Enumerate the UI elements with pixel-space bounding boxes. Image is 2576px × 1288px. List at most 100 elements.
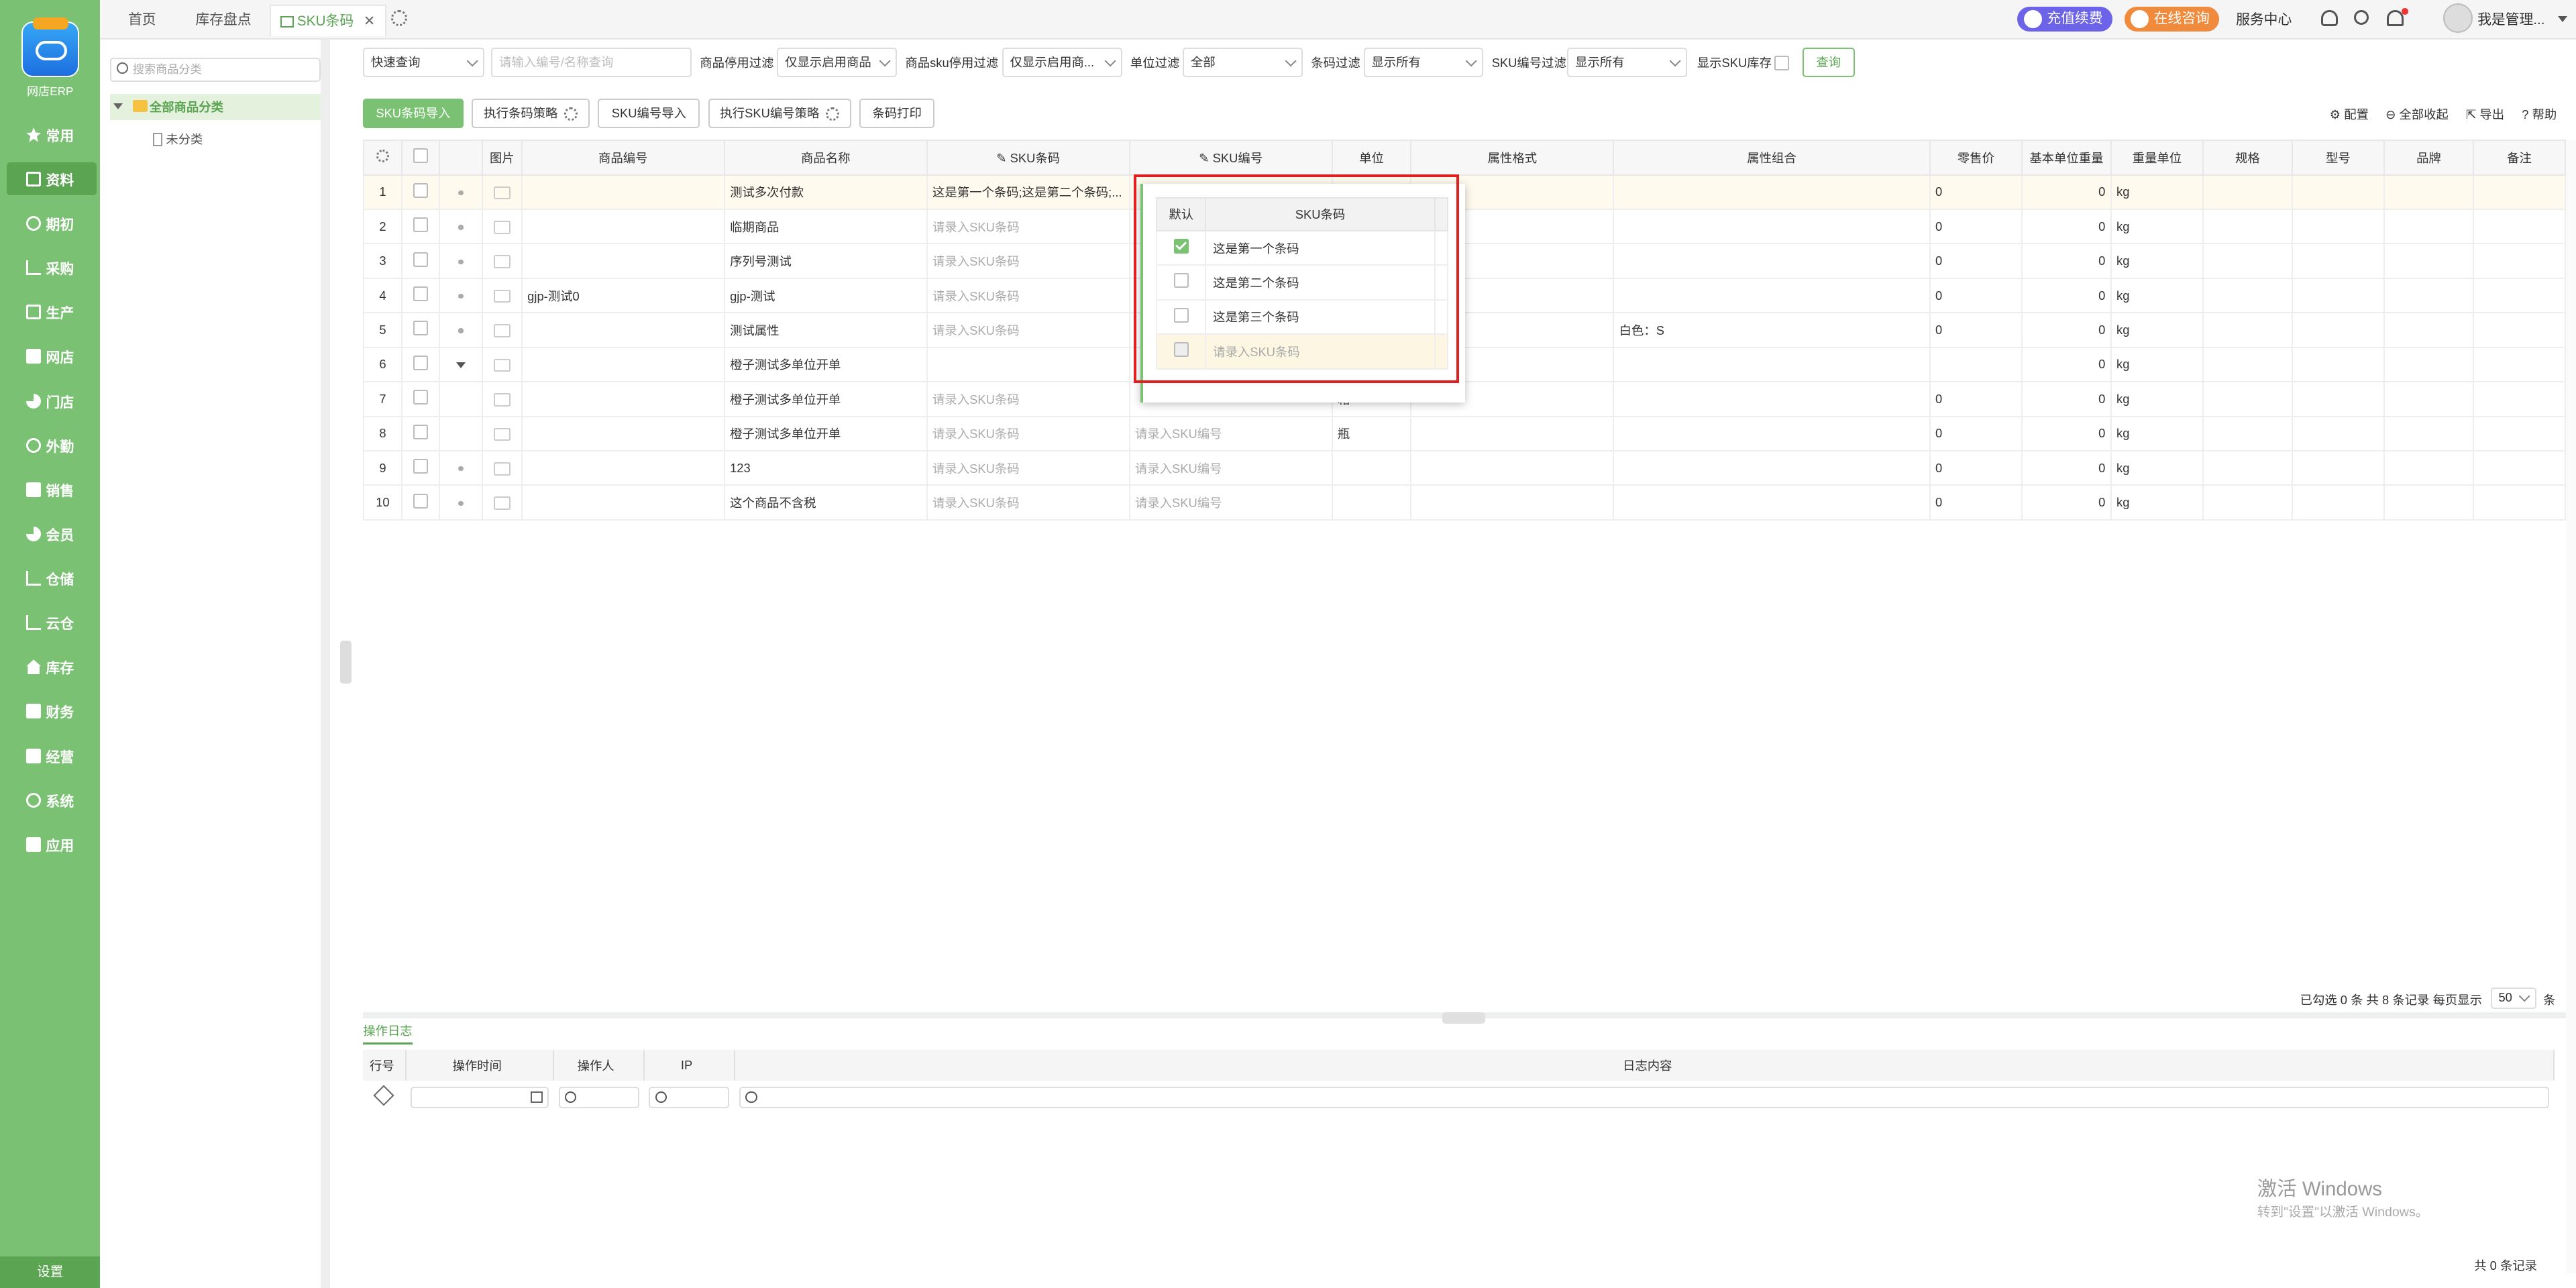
row-brand[interactable] <box>2383 209 2474 245</box>
sidebar-item-7[interactable]: 外勤 <box>0 429 100 462</box>
table-scrollbar[interactable] <box>2566 140 2576 1273</box>
col-skuno[interactable]: ✎ SKU编号 <box>1128 140 1333 176</box>
row-weight-unit[interactable]: kg <box>2110 484 2204 521</box>
row-image[interactable] <box>481 209 523 245</box>
row-remark[interactable] <box>2472 346 2567 383</box>
sidebar-item-8[interactable]: 销售 <box>0 473 100 506</box>
row-select-cell[interactable] <box>400 484 441 521</box>
sidebar-item-6[interactable]: 门店 <box>0 384 100 417</box>
table-row[interactable]: 8 橙子测试多单位开单 请录入SKU条码 请录入SKU编号瓶 0 0 kg <box>363 415 2567 451</box>
row-brand[interactable] <box>2383 415 2474 451</box>
row-code[interactable] <box>521 484 725 521</box>
row-weight[interactable]: 0 <box>2021 209 2112 245</box>
row-model[interactable] <box>2291 449 2385 486</box>
row-remark[interactable] <box>2472 415 2567 451</box>
tab-sku-barcode[interactable]: SKU条码 ✕ <box>269 5 386 36</box>
sku-stop-filter-select[interactable]: 仅显示启用商... <box>1002 48 1122 78</box>
image-placeholder-icon[interactable] <box>494 427 511 441</box>
col-model[interactable]: 型号 <box>2291 140 2385 176</box>
sidebar-item-9[interactable]: 会员 <box>0 517 100 550</box>
quick-query-select[interactable]: 快速查询 <box>363 48 485 78</box>
row-remark[interactable] <box>2472 243 2567 279</box>
print-barcode-button[interactable]: 条码打印 <box>859 98 935 129</box>
config-link[interactable]: ⚙ 配置 <box>2330 105 2369 123</box>
row-spec[interactable] <box>2202 277 2293 314</box>
row-weight-unit[interactable]: kg <box>2110 243 2204 279</box>
row-remark[interactable] <box>2472 174 2567 210</box>
help-link[interactable]: ? 帮助 <box>2522 105 2557 123</box>
row-spec[interactable] <box>2202 415 2293 451</box>
row-weight-unit[interactable]: kg <box>2110 346 2204 383</box>
row-weight[interactable]: 0 <box>2021 449 2112 486</box>
row-price[interactable] <box>1929 346 2023 383</box>
row-code[interactable] <box>521 415 725 451</box>
close-icon[interactable]: ✕ <box>364 13 375 29</box>
select-all-checkbox[interactable] <box>413 148 428 164</box>
gear-icon[interactable] <box>376 149 390 163</box>
row-price[interactable]: 0 <box>1929 484 2023 521</box>
row-weight-unit[interactable]: kg <box>2110 415 2204 451</box>
row-checkbox[interactable] <box>413 355 428 370</box>
row-weight[interactable]: 0 <box>2021 484 2112 521</box>
col-weight-unit[interactable]: 重量单位 <box>2110 140 2204 176</box>
row-spec[interactable] <box>2202 174 2293 210</box>
row-weight[interactable]: 0 <box>2021 346 2112 383</box>
row-price[interactable]: 0 <box>1929 415 2023 451</box>
collapse-all-link[interactable]: ⊖ 全部收起 <box>2385 105 2449 123</box>
row-price[interactable]: 0 <box>1929 209 2023 245</box>
recharge-button[interactable]: 充值续费 <box>2017 6 2113 32</box>
row-weight-unit[interactable]: kg <box>2110 174 2204 210</box>
row-price[interactable]: 0 <box>1929 243 2023 279</box>
tab-inventory-count[interactable]: 库存盘点 <box>179 5 268 36</box>
barcode-filter-select[interactable]: 显示所有 <box>1363 48 1484 78</box>
sidebar-item-5[interactable]: 网店 <box>0 340 100 373</box>
row-spec[interactable] <box>2202 346 2293 383</box>
row-select-cell[interactable] <box>400 209 441 245</box>
import-skuno-button[interactable]: SKU编号导入 <box>598 98 700 129</box>
row-spec[interactable] <box>2202 312 2293 348</box>
keyword-input[interactable]: 请输入编号/名称查询 <box>491 48 692 78</box>
row-code[interactable] <box>521 449 725 486</box>
row-weight[interactable]: 0 <box>2021 243 2112 279</box>
sidebar-item-0[interactable]: 常用 <box>0 118 100 151</box>
avatar[interactable] <box>2443 3 2473 33</box>
panel-collapse-handle[interactable] <box>339 641 352 684</box>
row-model[interactable] <box>2291 346 2385 383</box>
row-select-cell[interactable] <box>400 174 441 210</box>
sidebar-item-11[interactable]: 云仓 <box>0 606 100 639</box>
row-checkbox[interactable] <box>413 493 428 508</box>
col-name[interactable]: 商品名称 <box>723 140 928 176</box>
row-skuno[interactable]: 请录入SKU编号 <box>1128 449 1333 486</box>
log-col-content[interactable]: 日志内容 <box>734 1049 2555 1081</box>
row-skuno[interactable]: 请录入SKU编号 <box>1128 415 1333 451</box>
row-checkbox[interactable] <box>413 390 428 405</box>
row-model[interactable] <box>2291 277 2385 314</box>
row-image[interactable] <box>481 484 523 521</box>
row-checkbox[interactable] <box>413 182 428 198</box>
row-barcode[interactable]: 请录入SKU条码 <box>926 243 1130 279</box>
row-select-cell[interactable] <box>400 277 441 314</box>
query-button[interactable]: 查询 <box>1802 48 1855 78</box>
row-barcode[interactable]: 请录入SKU条码 <box>926 209 1130 245</box>
row-select-cell[interactable] <box>400 415 441 451</box>
image-placeholder-icon[interactable] <box>494 289 511 303</box>
row-remark[interactable] <box>2472 209 2567 245</box>
row-image[interactable] <box>481 449 523 486</box>
tree-scrollbar[interactable] <box>320 39 331 1288</box>
row-brand[interactable] <box>2383 381 2474 417</box>
row-image[interactable] <box>481 312 523 348</box>
bell-icon[interactable] <box>2387 9 2404 27</box>
gear-icon[interactable] <box>564 107 578 121</box>
category-search-input[interactable]: 搜索商品分类 <box>110 57 321 83</box>
sidebar-item-1[interactable]: 资料 <box>6 162 97 196</box>
col-barcode[interactable]: ✎ SKU条码 <box>926 140 1130 176</box>
import-barcode-button[interactable]: SKU条码导入 <box>363 98 464 129</box>
sidebar-item-3[interactable]: 采购 <box>0 252 100 284</box>
row-checkbox[interactable] <box>413 286 428 302</box>
log-col-row[interactable]: 行号 <box>363 1049 407 1081</box>
row-image[interactable] <box>481 381 523 417</box>
row-weight[interactable]: 0 <box>2021 312 2112 348</box>
log-user-filter[interactable] <box>558 1086 639 1108</box>
show-stock-checkbox[interactable] <box>1774 56 1789 71</box>
per-page-select[interactable]: 50 <box>2490 987 2537 1009</box>
